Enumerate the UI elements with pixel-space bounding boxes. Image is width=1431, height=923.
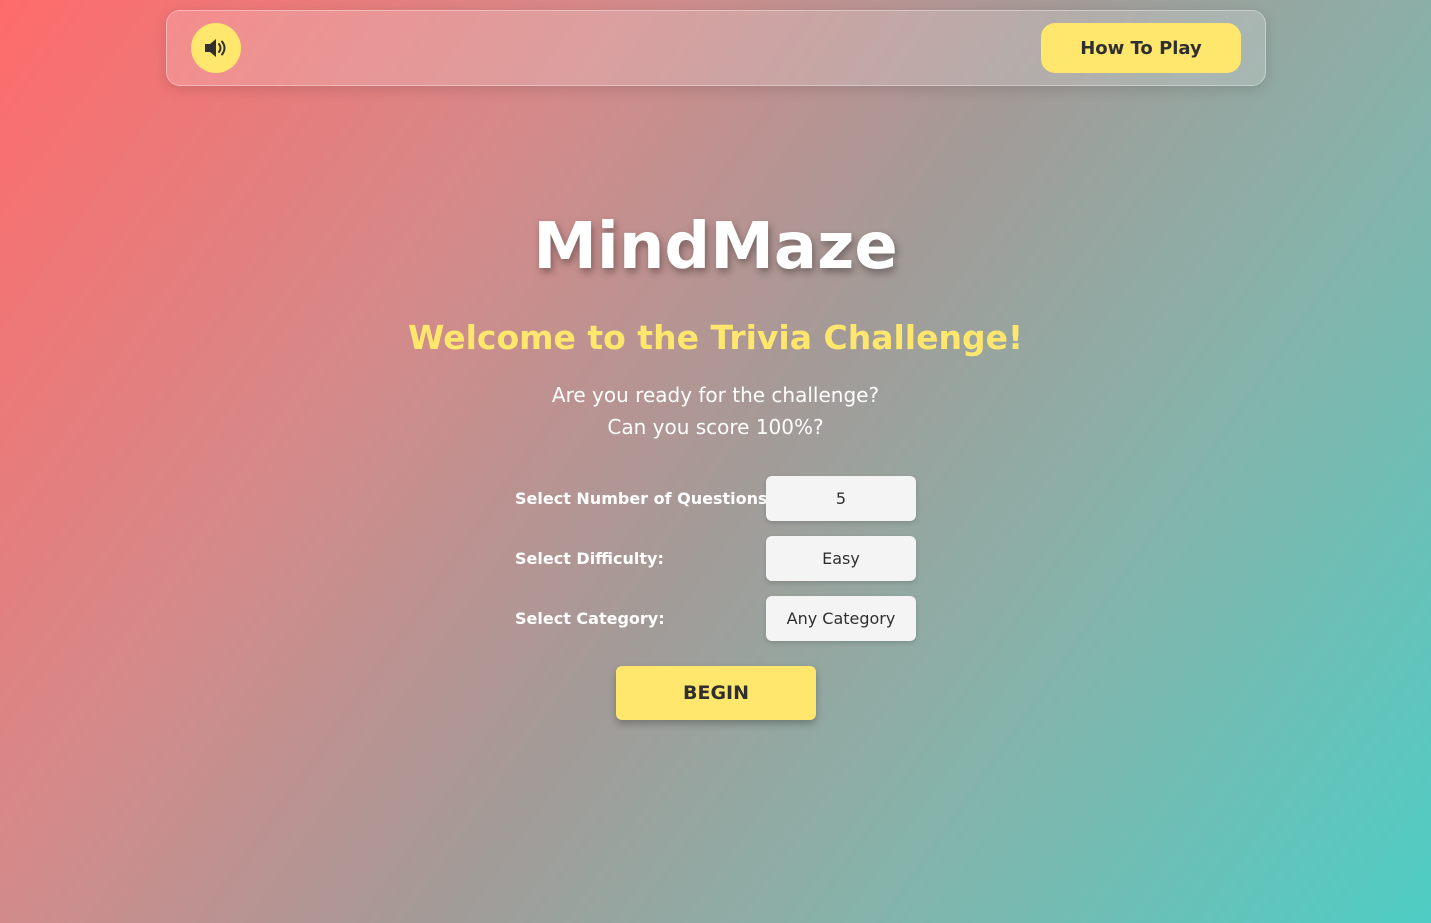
sound-toggle-button[interactable]: [191, 23, 241, 73]
begin-button[interactable]: BEGIN: [616, 666, 816, 720]
difficulty-label: Select Difficulty:: [515, 549, 664, 568]
tagline-line-1: Are you ready for the challenge?: [551, 383, 880, 407]
welcome-heading: Welcome to the Trivia Challenge!: [407, 318, 1024, 357]
top-bar: How To Play: [166, 10, 1266, 86]
difficulty-select[interactable]: Easy: [766, 536, 916, 581]
app-title: MindMaze: [533, 210, 898, 284]
questions-select[interactable]: 5: [766, 476, 916, 521]
category-select[interactable]: Any Category: [766, 596, 916, 641]
how-to-play-button[interactable]: How To Play: [1041, 23, 1241, 73]
tagline-line-2: Can you score 100%?: [607, 415, 824, 439]
questions-label: Select Number of Questions:: [515, 489, 774, 508]
volume-high-icon: [203, 37, 229, 59]
category-label: Select Category:: [515, 609, 665, 628]
